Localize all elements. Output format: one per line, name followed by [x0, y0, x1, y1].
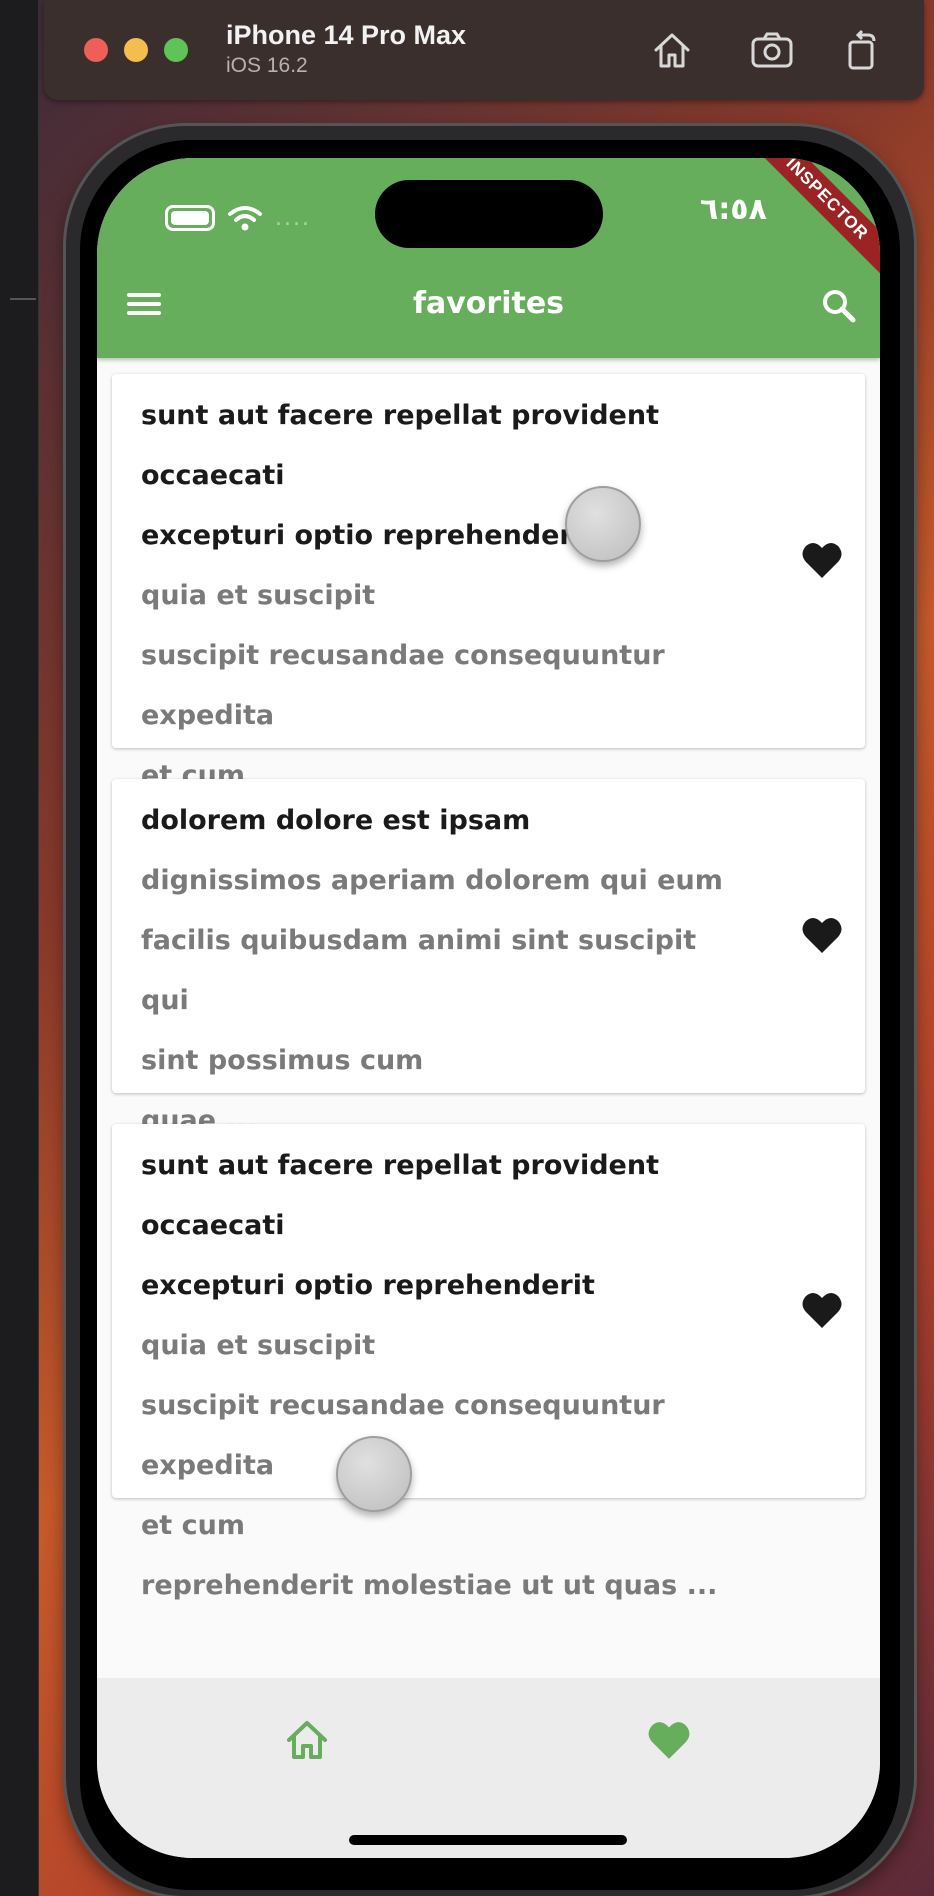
- home-icon: [654, 33, 690, 68]
- search-icon: [823, 290, 856, 323]
- heart-icon: [802, 542, 842, 578]
- device-name: iPhone 14 Pro Max: [226, 20, 467, 50]
- post-title: sunt aut facere repellat provident occae…: [141, 1150, 659, 1301]
- post-title: dolorem dolore est ipsam: [141, 805, 531, 836]
- status-bar-left: ....: [165, 200, 311, 236]
- heart-icon: [648, 1722, 690, 1759]
- rotate-icon: [848, 29, 876, 70]
- nav-favorites-tab[interactable]: [647, 1718, 691, 1762]
- camera-icon: [751, 32, 793, 68]
- nav-home-tab[interactable]: [285, 1718, 329, 1762]
- simulator-toolbar: iPhone 14 Pro Max iOS 16.2: [44, 0, 924, 100]
- post-card[interactable]: sunt aut facere repellat provident occae…: [112, 1124, 865, 1601]
- home-icon: [287, 1721, 327, 1759]
- minimize-window-button[interactable]: [124, 38, 148, 62]
- os-version: iOS 16.2: [226, 54, 308, 77]
- phone-screen: .... ٦:٥٨ INSPECTOR favorites sunt aut f…: [97, 158, 880, 1858]
- post-body: quia et suscipit suscipit recusandae con…: [141, 1330, 718, 1601]
- touch-indicator: [336, 1436, 412, 1512]
- favorite-button[interactable]: [801, 1290, 843, 1330]
- post-title: sunt aut facere repellat provident occae…: [141, 400, 659, 551]
- close-window-button[interactable]: [84, 38, 108, 62]
- status-time: ٦:٥٨: [700, 192, 767, 227]
- bottom-navigation: [97, 1678, 880, 1858]
- divider: [10, 298, 36, 300]
- touch-indicator: [565, 486, 641, 562]
- toolbar: favorites: [97, 268, 880, 348]
- post-card[interactable]: dolorem dolore est ipsam dignissimos ape…: [112, 779, 865, 1136]
- dynamic-island: [375, 180, 603, 248]
- favorite-button[interactable]: [801, 915, 843, 955]
- battery-icon: [165, 205, 215, 231]
- post-card[interactable]: sunt aut facere repellat provident occae…: [112, 374, 865, 851]
- debug-banner: INSPECTOR: [760, 158, 880, 278]
- signal-dots: ....: [275, 205, 311, 231]
- rotate-button[interactable]: [838, 26, 886, 74]
- screenshot-button[interactable]: [748, 26, 796, 74]
- favorite-button[interactable]: [801, 540, 843, 580]
- home-button[interactable]: [648, 26, 696, 74]
- heart-icon: [802, 917, 842, 953]
- inspector-ribbon: INSPECTOR: [760, 158, 880, 277]
- post-body: dignissimos aperiam dolorem qui eum faci…: [141, 865, 723, 1136]
- page-title: favorites: [412, 286, 565, 321]
- search-button[interactable]: [817, 284, 861, 328]
- host-desktop-strip: [0, 0, 39, 1896]
- home-indicator[interactable]: [349, 1835, 627, 1845]
- zoom-window-button[interactable]: [164, 38, 188, 62]
- wifi-icon: [228, 206, 262, 231]
- app-bar: .... ٦:٥٨ INSPECTOR favorites: [97, 158, 880, 358]
- heart-icon: [802, 1292, 842, 1328]
